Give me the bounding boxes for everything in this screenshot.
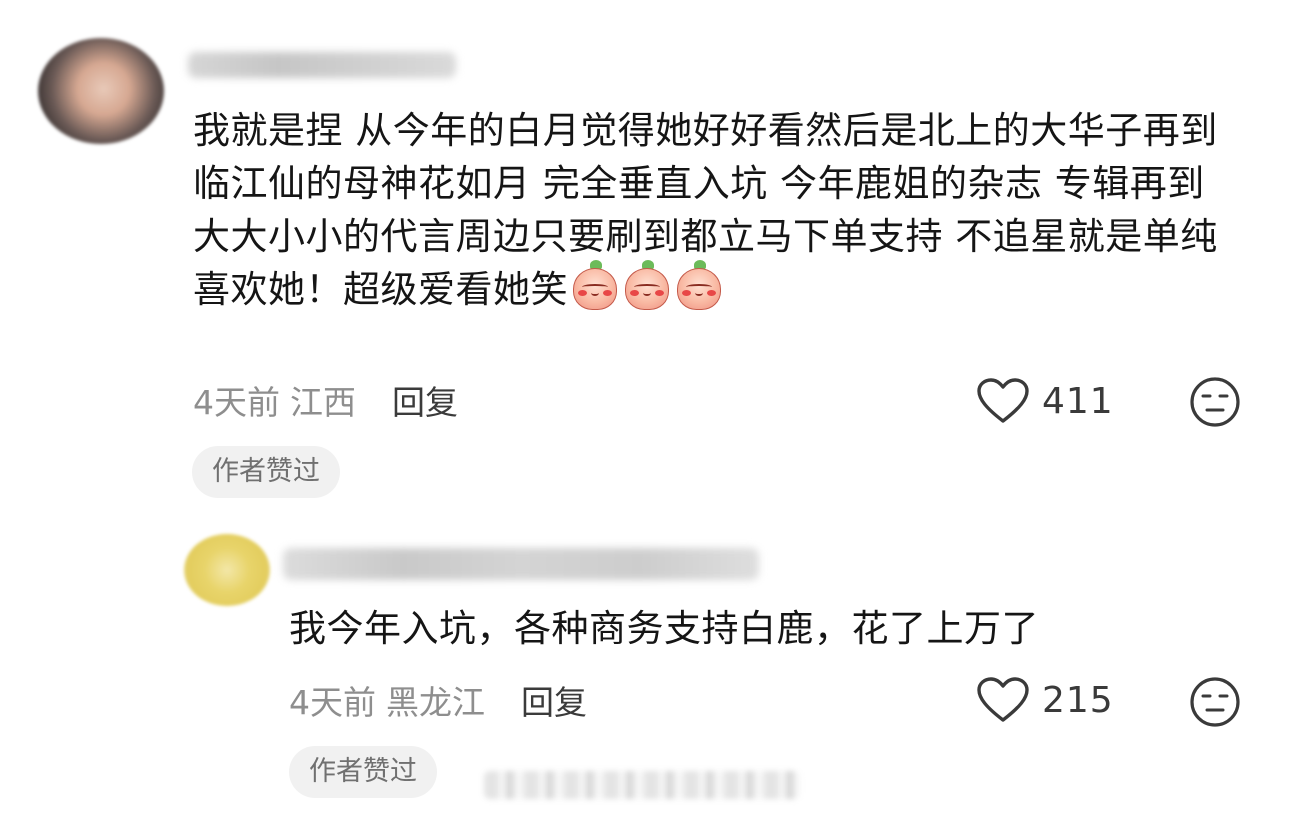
emoji-group: [572, 260, 728, 324]
neutral-face-icon: [1190, 377, 1240, 427]
avatar[interactable]: [38, 38, 164, 144]
comment-item: 我就是捏 从今年的白月觉得她好好看然后是北上的大华子再到临江仙的母神花如月 完全…: [0, 0, 1290, 510]
blush-emoji-icon: [676, 260, 722, 310]
like-button[interactable]: 215: [976, 676, 1114, 724]
comment-location: 江西: [290, 383, 356, 422]
blush-emoji-icon: [624, 260, 670, 310]
reply-button[interactable]: 回复: [392, 383, 458, 422]
username-blurred[interactable]: [283, 548, 759, 580]
avatar[interactable]: [184, 534, 270, 606]
comment-location: 黑龙江: [386, 683, 485, 722]
neutral-face-icon: [1190, 677, 1240, 727]
reaction-button[interactable]: [1189, 676, 1241, 732]
like-count: 411: [1042, 380, 1114, 422]
author-liked-badge: 作者赞过: [289, 746, 437, 798]
comment-time: 4天前: [193, 383, 280, 422]
comment-time: 4天前: [289, 683, 376, 722]
reply-button[interactable]: 回复: [521, 683, 587, 722]
comment-text: 我就是捏 从今年的白月觉得她好好看然后是北上的大华子再到临江仙的母神花如月 完全…: [193, 104, 1233, 324]
username-blurred[interactable]: [188, 52, 456, 78]
reaction-button[interactable]: [1189, 376, 1241, 432]
comment-text: 我今年入坑，各种商务支持白鹿，花了上万了: [289, 602, 1239, 655]
blush-emoji-icon: [572, 260, 618, 310]
comment-text-body: 我今年入坑，各种商务支持白鹿，花了上万了: [289, 607, 1039, 650]
comment-meta: 4天前 黑龙江 回复: [289, 676, 597, 724]
heart-outline-icon: [977, 378, 1029, 423]
like-count: 215: [1042, 679, 1114, 721]
comment-meta: 4天前 江西 回复: [193, 376, 468, 424]
heart-outline-icon: [977, 677, 1029, 722]
author-liked-badge: 作者赞过: [192, 446, 340, 498]
like-button[interactable]: 411: [976, 377, 1114, 425]
blurred-text: [484, 771, 800, 799]
